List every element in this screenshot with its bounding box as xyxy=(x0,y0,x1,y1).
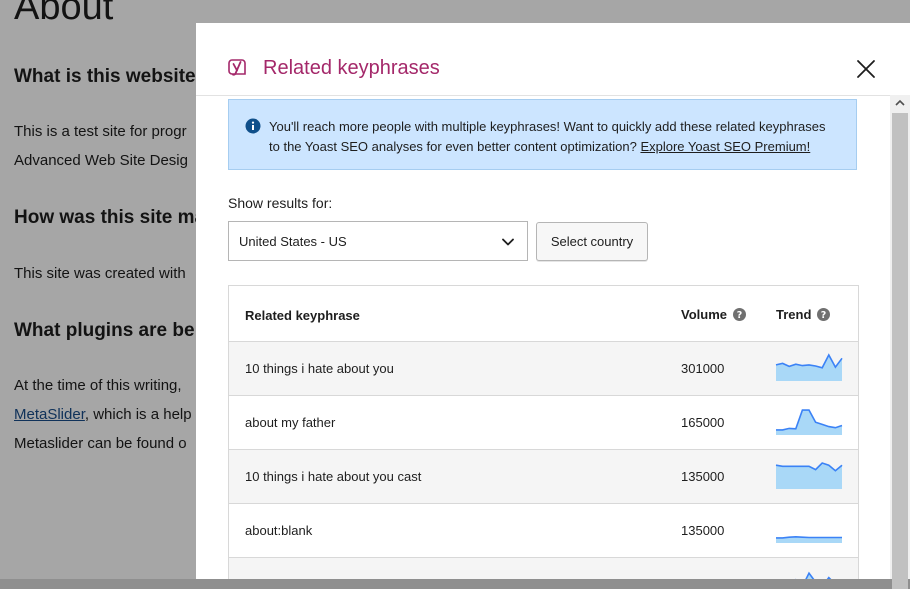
table-row: about my father 165000 xyxy=(229,396,858,450)
alert-message: You'll reach more people with multiple k… xyxy=(269,117,849,157)
question-icon[interactable]: ? xyxy=(817,308,831,321)
close-icon[interactable] xyxy=(854,57,878,81)
table-row: 10 things i hate about you 301000 xyxy=(229,342,858,396)
trend-sparkline xyxy=(795,571,832,579)
related-keyphrases-modal: Related keyphrases You'll reach more peo… xyxy=(196,23,910,579)
modal-header: Related keyphrases xyxy=(196,23,910,96)
table-row: 10 things i hate about you cast 135000 xyxy=(229,450,858,504)
header-related-keyphrase: Related keyphrase xyxy=(245,308,360,323)
alert-line-prefix: to the Yoast SEO analyses for even bette… xyxy=(269,139,641,154)
yoast-logo-icon xyxy=(228,59,246,76)
svg-text:?: ? xyxy=(737,310,743,321)
keyphrase-cell: 10 things i hate about you cast xyxy=(245,469,422,484)
volume-cell: 135000 xyxy=(681,523,725,538)
country-select-value: United States - US xyxy=(239,234,347,249)
show-results-label: Show results for: xyxy=(228,195,333,211)
table-header: Related keyphrase Volume? Trend? xyxy=(229,286,858,342)
trend-sparkline xyxy=(776,409,843,435)
country-select[interactable]: United States - US xyxy=(228,221,528,261)
modal-title: Related keyphrases xyxy=(263,57,440,79)
scroll-up-arrow-icon[interactable] xyxy=(890,95,910,111)
trend-sparkline xyxy=(776,535,842,543)
scrollbar[interactable] xyxy=(890,95,910,589)
explore-premium-link[interactable]: Explore Yoast SEO Premium! xyxy=(640,139,810,154)
table-row: about:blank 135000 xyxy=(229,504,858,558)
trend-area xyxy=(776,410,842,435)
keyphrase-cell: about my father xyxy=(245,415,336,430)
header-volume: Volume? xyxy=(681,307,746,322)
alert-line: You'll reach more people with multiple k… xyxy=(269,119,826,134)
select-country-button[interactable]: Select country xyxy=(536,222,648,261)
volume-cell: 301000 xyxy=(681,361,725,376)
keyphrase-cell: about:blank xyxy=(245,523,313,538)
alert-line: to the Yoast SEO analyses for even bette… xyxy=(269,137,849,157)
premium-alert: You'll reach more people with multiple k… xyxy=(228,99,857,170)
info-icon xyxy=(245,118,261,134)
trend-sparkline xyxy=(775,353,843,381)
header-trend-label: Trend xyxy=(776,307,812,322)
trend-area xyxy=(776,355,842,381)
question-icon[interactable]: ? xyxy=(733,308,746,321)
table-body: 10 things i hate about you 301000 about my… xyxy=(229,342,858,579)
volume-cell: 165000 xyxy=(681,415,725,430)
keyphrase-cell: 10 things i hate about you xyxy=(245,361,394,376)
header-volume-label: Volume xyxy=(681,307,727,322)
trend-sparkline xyxy=(775,462,843,489)
chevron-down-icon xyxy=(502,238,514,246)
scroll-thumb[interactable] xyxy=(892,113,908,589)
related-keyphrases-table: Related keyphrase Volume? Trend? 10 thin… xyxy=(228,285,859,579)
svg-text:?: ? xyxy=(821,310,827,321)
volume-cell: 135000 xyxy=(681,469,725,484)
table-row xyxy=(229,558,858,579)
header-trend: Trend? xyxy=(776,307,831,322)
trend-line xyxy=(776,535,842,539)
